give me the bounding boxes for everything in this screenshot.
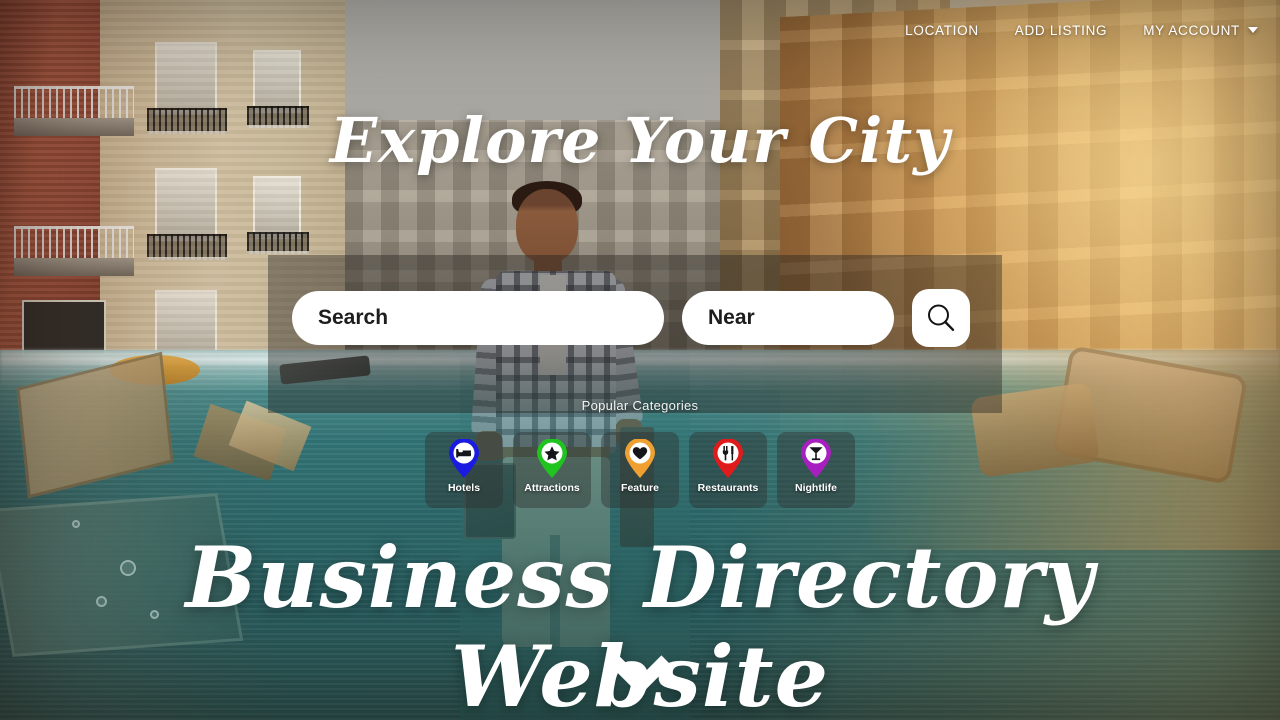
popular-categories-title: Popular Categories xyxy=(581,398,699,413)
search-submit-button[interactable] xyxy=(912,289,970,347)
nav-item-label: MY ACCOUNT xyxy=(1143,22,1240,38)
nav-item-label: ADD LISTING xyxy=(1014,22,1108,38)
nav-item-my-account[interactable]: MY ACCOUNT xyxy=(1143,23,1258,38)
category-tile-nightlife[interactable]: Nightlife xyxy=(777,432,855,508)
category-tile-hotels[interactable]: Hotels xyxy=(425,432,503,508)
nav-item-add-listing[interactable]: ADD LISTING xyxy=(1015,23,1107,38)
category-tile-feature[interactable]: Feature xyxy=(601,432,679,508)
category-tile-restaurants[interactable]: Restaurants xyxy=(689,432,767,508)
star-icon xyxy=(537,439,567,478)
popular-categories-list: Hotels Attractions Feature Restaurants N… xyxy=(0,432,1280,508)
bubble xyxy=(72,520,80,528)
near-location-input[interactable] xyxy=(682,291,894,345)
heart-icon xyxy=(625,439,655,478)
search-input[interactable] xyxy=(292,291,664,345)
nav-item-location[interactable]: LOCATION xyxy=(905,23,979,38)
scroll-down-button[interactable] xyxy=(608,652,672,703)
top-navigation-bar: LOCATION ADD LISTING MY ACCOUNT xyxy=(0,0,1280,60)
hero-title-primary: Explore Your City xyxy=(329,104,951,177)
cutlery-icon xyxy=(713,439,743,478)
chevron-down-icon xyxy=(1248,27,1258,33)
search-row xyxy=(292,289,970,347)
nav-list: LOCATION ADD LISTING MY ACCOUNT xyxy=(905,23,1258,38)
category-label: Feature xyxy=(621,482,659,494)
cocktail-icon xyxy=(801,439,831,478)
category-label: Nightlife xyxy=(795,482,837,494)
category-tile-attractions[interactable]: Attractions xyxy=(513,432,591,508)
search-panel xyxy=(268,255,1002,413)
category-label: Restaurants xyxy=(697,482,759,494)
category-label: Hotels xyxy=(447,482,481,494)
chevron-down-icon xyxy=(609,655,671,696)
category-label: Attractions xyxy=(524,482,580,494)
bed-icon xyxy=(449,439,479,478)
search-icon xyxy=(928,304,955,331)
nav-item-label: LOCATION xyxy=(905,22,979,38)
hero-screen: LOCATION ADD LISTING MY ACCOUNT Explore … xyxy=(0,0,1280,720)
